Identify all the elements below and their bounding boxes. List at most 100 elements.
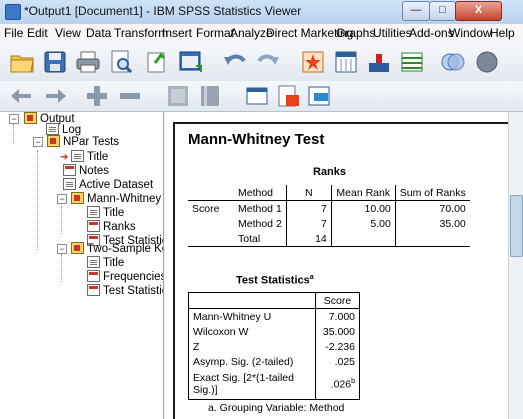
stat-label: Mann-Whitney U [193,310,272,323]
save-icon[interactable] [42,49,68,75]
outline-node-two-sample[interactable]: Two-Sample Kolmogorov-Smirnov Test [71,242,163,256]
insert-text-icon[interactable] [306,83,332,109]
menu-data[interactable]: Data [86,26,111,40]
test-statistics-table[interactable]: Score Mann-Whitney U 7.000 Wilcoxon W 35… [188,292,360,400]
maximize-button[interactable]: □ [429,1,456,21]
collapse-npar-toggle[interactable]: − [33,137,43,147]
table-row: Score Method 1 7 10.00 70.00 [188,200,470,216]
outline-pane[interactable]: − Output Log − NPar Tests ➔ Title Notes … [0,112,164,419]
outline-node-mann-whitney[interactable]: Mann-Whitney Test [71,192,163,206]
table-icon [87,284,100,296]
menu-transform[interactable]: Transform [114,26,168,40]
menu-help[interactable]: Help [490,26,515,40]
use-sets-icon[interactable] [440,49,466,75]
exact-value: .026 [330,378,352,391]
table-row: Z -2.236 [189,339,360,354]
table-row: Asymp. Sig. (2-tailed) .025 [189,354,360,369]
book-icon [71,192,84,204]
show-icon[interactable] [165,83,191,109]
undo-icon[interactable] [222,49,248,75]
open-folder-icon[interactable] [9,49,35,75]
outline-node-ts-frequencies[interactable]: Frequencies [87,270,163,284]
stat-label: Wilcoxon W [193,325,249,338]
table-header-cell: Score [315,292,360,309]
n-cell: 14 [285,231,332,247]
goto-case-icon[interactable] [300,49,326,75]
insert-title-icon[interactable] [276,83,302,109]
table-row: Exact Sig. [2*(1-tailed Sig.)] .026b [189,369,360,400]
outline-label: Two-Sample Kolmogorov-Smirnov Test [87,243,163,255]
menu-insert[interactable]: Insert [162,26,192,40]
sum-ranks-cell [394,231,470,247]
outline-label: Ranks [103,221,136,233]
back-icon[interactable] [9,83,35,109]
insert-heading-icon[interactable] [244,83,270,109]
dataset-icon [63,178,76,190]
recall-dialog-icon[interactable] [178,49,204,75]
window-title: *Output1 [Document1] - IBM SPSS Statisti… [24,4,302,18]
close-button[interactable]: X [455,1,502,21]
forward-icon[interactable] [42,83,68,109]
outline-label: Notes [79,165,110,177]
expand-icon[interactable] [84,83,110,109]
outline-label: Mann-Whitney Test [87,193,163,205]
print-icon[interactable] [75,49,101,75]
collapse-two-sample-toggle[interactable]: − [57,244,67,254]
menu-window[interactable]: Window [449,26,492,40]
outline-node-mw-ranks[interactable]: Ranks [87,220,136,234]
menu-file[interactable]: File [4,26,23,40]
row-label: Score [192,202,220,215]
menu-add-ons[interactable]: Add-ons [409,26,454,40]
redo-icon[interactable] [255,49,281,75]
title-bar[interactable]: *Output1 [Document1] - IBM SPSS Statisti… [0,0,523,25]
table-icon [87,220,100,232]
menu-graphs[interactable]: Graphs [336,26,375,40]
show-all-icon[interactable] [474,49,500,75]
vertical-scrollbar[interactable] [508,112,523,419]
method-cell: Total [238,232,261,245]
insert-table-icon[interactable] [399,49,425,75]
menu-format[interactable]: Format [196,26,234,40]
table-row: Mann-Whitney U 7.000 [189,308,360,324]
outline-node-npar-tests[interactable]: NPar Tests [47,135,119,149]
outline-node-mw-title[interactable]: Title [87,206,124,220]
table-header-row: Score [188,292,360,309]
scrollbar-thumb[interactable] [510,195,523,257]
ranks-table-title[interactable]: Ranks [313,166,346,178]
menu-view[interactable]: View [55,26,81,40]
mean-rank-cell: 5.00 [330,216,396,231]
collapse-mann-whitney-toggle[interactable]: − [57,194,67,204]
hide-icon[interactable] [197,83,223,109]
outline-node-notes[interactable]: Notes [63,164,109,178]
outline-node-active-dataset[interactable]: Active Dataset [63,178,153,192]
goto-variable-icon[interactable] [333,49,359,75]
table-header-cell: Mean Rank [330,185,396,201]
n-cell: 7 [285,216,332,231]
spss-app-icon [5,4,21,20]
stat-label: Z [193,340,200,353]
collapse-output-toggle[interactable]: − [9,114,19,124]
outline-label: Title [103,257,125,269]
menu-edit[interactable]: Edit [27,26,48,40]
outline-node-ts-title[interactable]: Title [87,256,124,270]
menu-utilities[interactable]: Utilities [373,26,412,40]
footnote-marker: b [351,377,355,385]
sum-ranks-cell: 70.00 [394,200,470,216]
test-statistics-title[interactable]: Test Statisticsa [236,274,314,287]
outline-node-ts-test-statistics[interactable]: Test Statistics [87,284,163,298]
table-footnote: a. Grouping Variable: Method [208,402,345,414]
variables-icon[interactable] [366,49,392,75]
collapse-icon[interactable] [117,83,143,109]
ranks-table[interactable]: Method N Mean Rank Sum of Ranks Score Me… [188,185,470,247]
print-preview-icon[interactable] [108,49,134,75]
output-heading[interactable]: Mann-Whitney Test [188,131,324,148]
export-icon[interactable] [145,49,171,75]
mean-rank-cell [330,231,396,247]
table-row: Method 2 7 5.00 35.00 [188,216,470,231]
table-header-cell: N [285,185,332,201]
minimize-button[interactable]: — [402,1,430,21]
outline-label: Active Dataset [79,179,154,191]
footnote-marker: a [309,274,314,281]
book-icon [47,135,60,147]
outline-node-title[interactable]: Title [71,150,108,164]
